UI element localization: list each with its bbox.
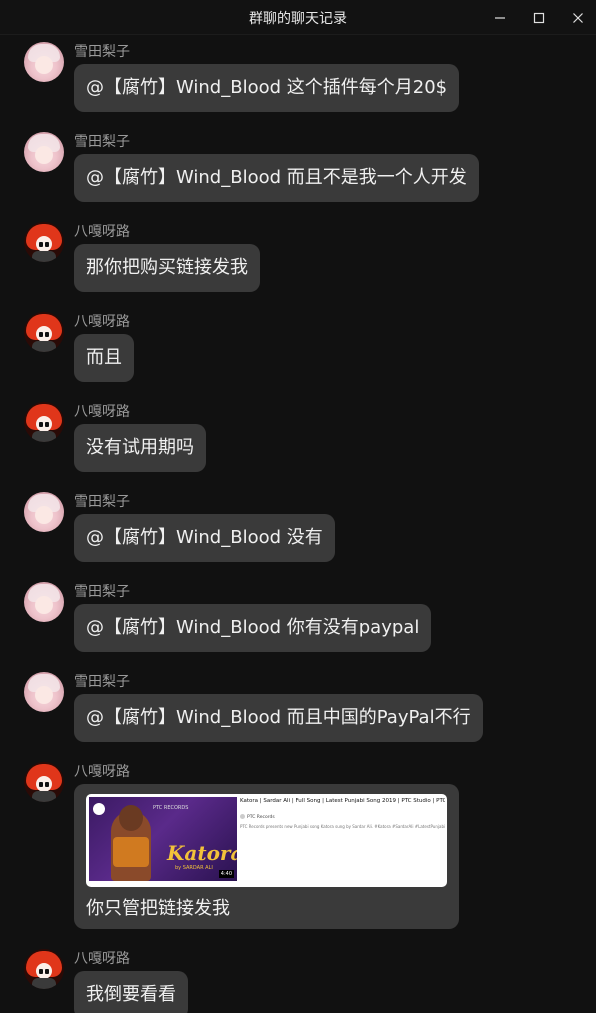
link-channel: PTC Records bbox=[240, 814, 275, 820]
link-title[interactable]: Katora | Sardar Ali | Full Song | Latest… bbox=[240, 798, 445, 804]
avatar[interactable] bbox=[24, 762, 64, 802]
thumbnail-subtitle: by SARDAR ALI bbox=[175, 865, 213, 871]
thumbnail-title: Katora bbox=[167, 841, 237, 865]
avatar[interactable] bbox=[24, 582, 64, 622]
sender-name: 八嘎呀路 bbox=[74, 951, 130, 967]
minimize-button[interactable] bbox=[478, 0, 522, 35]
sender-name: 八嘎呀路 bbox=[74, 314, 130, 330]
sender-name: 八嘎呀路 bbox=[74, 764, 130, 780]
maximize-icon bbox=[533, 12, 545, 23]
channel-logo-icon bbox=[93, 803, 105, 815]
message-bubble[interactable]: @【腐竹】Wind_Blood 而且不是我一个人开发 bbox=[74, 154, 479, 202]
avatar[interactable] bbox=[24, 222, 64, 262]
video-duration: 4:40 bbox=[218, 870, 234, 878]
avatar[interactable] bbox=[24, 672, 64, 712]
title-bar: 群聊的聊天记录 bbox=[0, 0, 596, 35]
video-thumbnail[interactable]: PTC RECORDS Katora by SARDAR ALI 4:40 bbox=[89, 797, 237, 881]
avatar[interactable] bbox=[24, 132, 64, 172]
thumbnail-label: PTC RECORDS bbox=[153, 805, 189, 811]
message-bubble[interactable]: @【腐竹】Wind_Blood 而且中国的PayPal不行 bbox=[74, 694, 483, 742]
message-bubble[interactable]: 而且 bbox=[74, 334, 134, 382]
message-bubble[interactable]: 没有试用期吗 bbox=[74, 424, 206, 472]
minimize-icon bbox=[495, 16, 505, 19]
link-description: PTC Records presents new Punjabi song Ka… bbox=[240, 824, 445, 829]
avatar[interactable] bbox=[24, 312, 64, 352]
chat-history[interactable]: 雪田梨子 @【腐竹】Wind_Blood 这个插件每个月20$ 雪田梨子 @【腐… bbox=[0, 36, 596, 1013]
avatar[interactable] bbox=[24, 949, 64, 989]
close-button[interactable] bbox=[556, 0, 596, 35]
message-text[interactable]: 你只管把链接发我 bbox=[86, 894, 230, 920]
message-bubble[interactable]: 那你把购买链接发我 bbox=[74, 244, 260, 292]
avatar[interactable] bbox=[24, 402, 64, 442]
message-bubble[interactable]: @【腐竹】Wind_Blood 这个插件每个月20$ bbox=[74, 64, 460, 112]
sender-name: 八嘎呀路 bbox=[74, 404, 130, 420]
avatar[interactable] bbox=[24, 42, 64, 82]
message-bubble: PTC RECORDS Katora by SARDAR ALI 4:40 Ka… bbox=[74, 784, 459, 929]
message-bubble[interactable]: 我倒要看看 bbox=[74, 971, 188, 1013]
sender-name: 雪田梨子 bbox=[74, 134, 130, 150]
message-bubble[interactable]: @【腐竹】Wind_Blood 你有没有paypal bbox=[74, 604, 432, 652]
sender-name: 雪田梨子 bbox=[74, 494, 130, 510]
link-preview-card[interactable]: PTC RECORDS Katora by SARDAR ALI 4:40 Ka… bbox=[86, 794, 447, 887]
avatar[interactable] bbox=[24, 492, 64, 532]
sender-name: 八嘎呀路 bbox=[74, 224, 130, 240]
close-icon bbox=[573, 12, 583, 23]
maximize-button[interactable] bbox=[517, 0, 561, 35]
message-bubble[interactable]: @【腐竹】Wind_Blood 没有 bbox=[74, 514, 335, 562]
sender-name: 雪田梨子 bbox=[74, 44, 130, 60]
sender-name: 雪田梨子 bbox=[74, 674, 130, 690]
sender-name: 雪田梨子 bbox=[74, 584, 130, 600]
